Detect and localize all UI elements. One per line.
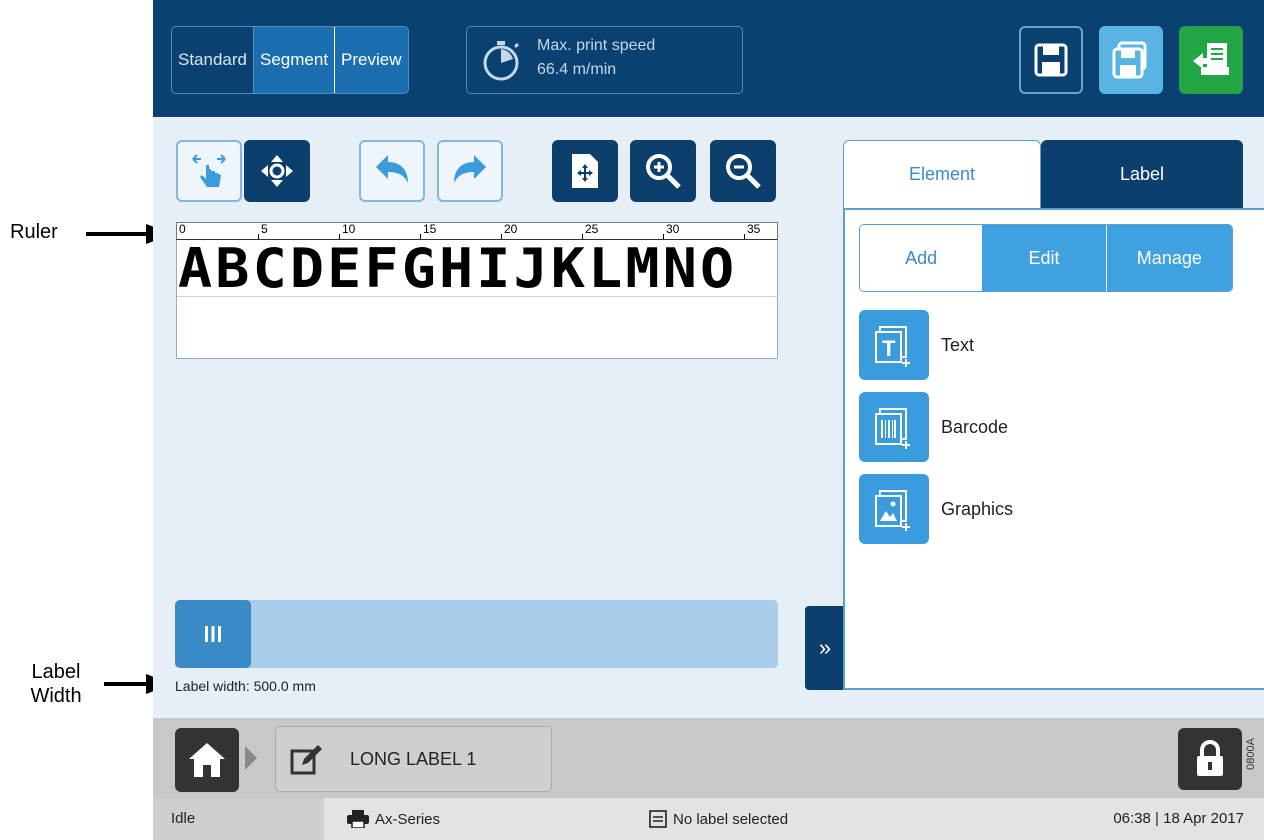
ruler-tick — [339, 234, 340, 239]
move-element-icon — [261, 155, 293, 187]
ruler-tick — [744, 234, 745, 239]
speed-value: 66.4 m/min — [537, 61, 617, 78]
properties-panel: Element Label Add Edit Manage T Text Bar… — [843, 140, 1264, 690]
ruler-tick — [582, 234, 583, 239]
grip-icon — [205, 626, 221, 642]
breadcrumb-label[interactable]: LONG LABEL 1 — [275, 726, 552, 792]
ruler-tick-label: 0 — [179, 222, 186, 236]
label-name: LONG LABEL 1 — [350, 749, 477, 769]
standard-mode-button[interactable]: Standard — [172, 27, 253, 93]
ruler-tick-label: 35 — [747, 222, 761, 236]
label-canvas[interactable]: ABCDEFGHIJKLMNO — [176, 240, 778, 359]
printer-info: Ax-Series — [347, 810, 440, 828]
printer-icon — [347, 810, 369, 828]
breadcrumb-separator-icon — [245, 746, 257, 770]
label-width-annotation-line1: Label — [31, 661, 81, 683]
scrollbar-thumb[interactable] — [175, 600, 251, 668]
ruler-tick-label: 5 — [261, 222, 268, 236]
fit-page-icon — [572, 154, 598, 188]
ruler: 0 5 10 15 20 25 30 35 — [176, 222, 778, 240]
exit-to-printer-icon — [1193, 43, 1229, 75]
tab-label[interactable]: Label — [1041, 140, 1243, 208]
printer-state: Idle — [153, 798, 324, 840]
save-icon — [1034, 43, 1068, 77]
save-as-icon — [1112, 41, 1147, 79]
collapse-panel-button[interactable]: » — [805, 606, 845, 690]
datetime: 06:38 | 18 Apr 2017 — [1113, 810, 1244, 827]
subtab-manage[interactable]: Manage — [1106, 225, 1232, 291]
touch-pan-icon — [192, 154, 226, 187]
graphics-element-label: Graphics — [941, 498, 1014, 519]
redo-icon — [454, 155, 486, 183]
label-width-text: Label width: 500.0 mm — [175, 678, 316, 694]
text-element-label: Text — [941, 334, 975, 355]
ruler-tick-label: 30 — [666, 222, 680, 236]
barcode-element-icon — [859, 392, 929, 462]
fit-to-page-button[interactable] — [552, 140, 618, 202]
zoom-out-icon — [726, 154, 761, 189]
zoom-out-button[interactable] — [710, 140, 776, 202]
tab-element[interactable]: Element — [843, 140, 1041, 208]
header-bar: Standard Segment Preview Max. print spee… — [153, 0, 1264, 117]
print-speed-indicator: Max. print speed 66.4 m/min — [466, 26, 743, 94]
ruler-tick-label: 20 — [504, 222, 518, 236]
ruler-tick — [258, 234, 259, 239]
ruler-tick — [501, 234, 502, 239]
graphics-element-icon — [859, 474, 929, 544]
home-button[interactable] — [175, 728, 239, 792]
subtab-add[interactable]: Add — [860, 225, 983, 291]
status-bar: Idle Ax-Series No label selected 06:38 |… — [153, 798, 1264, 840]
touch-pan-button[interactable] — [176, 140, 242, 202]
panel-body: Add Edit Manage T Text Barcode Graphics — [843, 208, 1264, 690]
screenshot: Ruler Label Width Standard Segment Previ… — [0, 0, 1264, 840]
svg-text:T: T — [882, 336, 896, 361]
lock-button[interactable] — [1178, 728, 1242, 790]
navigation-bar: LONG LABEL 1 0800A — [153, 718, 1264, 798]
stopwatch-icon — [483, 41, 520, 81]
redo-button[interactable] — [437, 140, 503, 202]
ruler-tick-label: 25 — [585, 222, 599, 236]
zoom-in-button[interactable] — [630, 140, 696, 202]
save-as-button[interactable] — [1099, 26, 1163, 94]
element-subtabs: Add Edit Manage — [859, 224, 1233, 292]
subtab-edit[interactable]: Edit — [982, 225, 1107, 291]
ruler-tick — [663, 234, 664, 239]
lock-icon — [1197, 740, 1223, 776]
view-mode-switch: Standard Segment Preview — [171, 26, 409, 94]
canvas-divider — [177, 296, 777, 297]
preview-mode-button[interactable]: Preview — [335, 27, 408, 93]
ruler-tick — [420, 234, 421, 239]
add-barcode-element[interactable]: Barcode — [859, 392, 1008, 462]
ruler-tick-label: 10 — [342, 222, 356, 236]
label-icon — [649, 810, 667, 828]
label-status: No label selected — [649, 810, 788, 828]
barcode-element-label: Barcode — [941, 416, 1009, 437]
add-graphics-element[interactable]: Graphics — [859, 474, 1013, 544]
ruler-tick-label: 15 — [423, 222, 437, 236]
exit-editor-button[interactable] — [1179, 26, 1243, 94]
undo-icon — [376, 155, 408, 183]
edit-label-icon — [290, 745, 322, 775]
horizontal-scrollbar[interactable] — [175, 600, 778, 668]
label-width-annotation: Label Width — [22, 660, 90, 708]
screen-code: 0800A — [1245, 738, 1257, 770]
zoom-in-icon — [646, 154, 681, 189]
label-editor-app: Standard Segment Preview Max. print spee… — [153, 0, 1264, 840]
home-icon — [189, 743, 225, 777]
segment-mode-button[interactable]: Segment — [253, 27, 336, 93]
text-element-icon: T — [859, 310, 929, 380]
move-element-button[interactable] — [244, 140, 310, 202]
text-element[interactable]: ABCDEFGHIJKLMNO — [178, 241, 737, 297]
speed-title: Max. print speed — [537, 37, 656, 54]
label-status-text: No label selected — [673, 810, 789, 828]
label-width-annotation-line2: Width — [30, 685, 82, 707]
double-chevron-right-icon: » — [818, 635, 832, 660]
printer-name: Ax-Series — [375, 810, 441, 828]
undo-button[interactable] — [359, 140, 425, 202]
ruler-annotation: Ruler — [10, 221, 58, 243]
add-text-element[interactable]: T Text — [859, 310, 974, 380]
save-button[interactable] — [1019, 26, 1083, 94]
